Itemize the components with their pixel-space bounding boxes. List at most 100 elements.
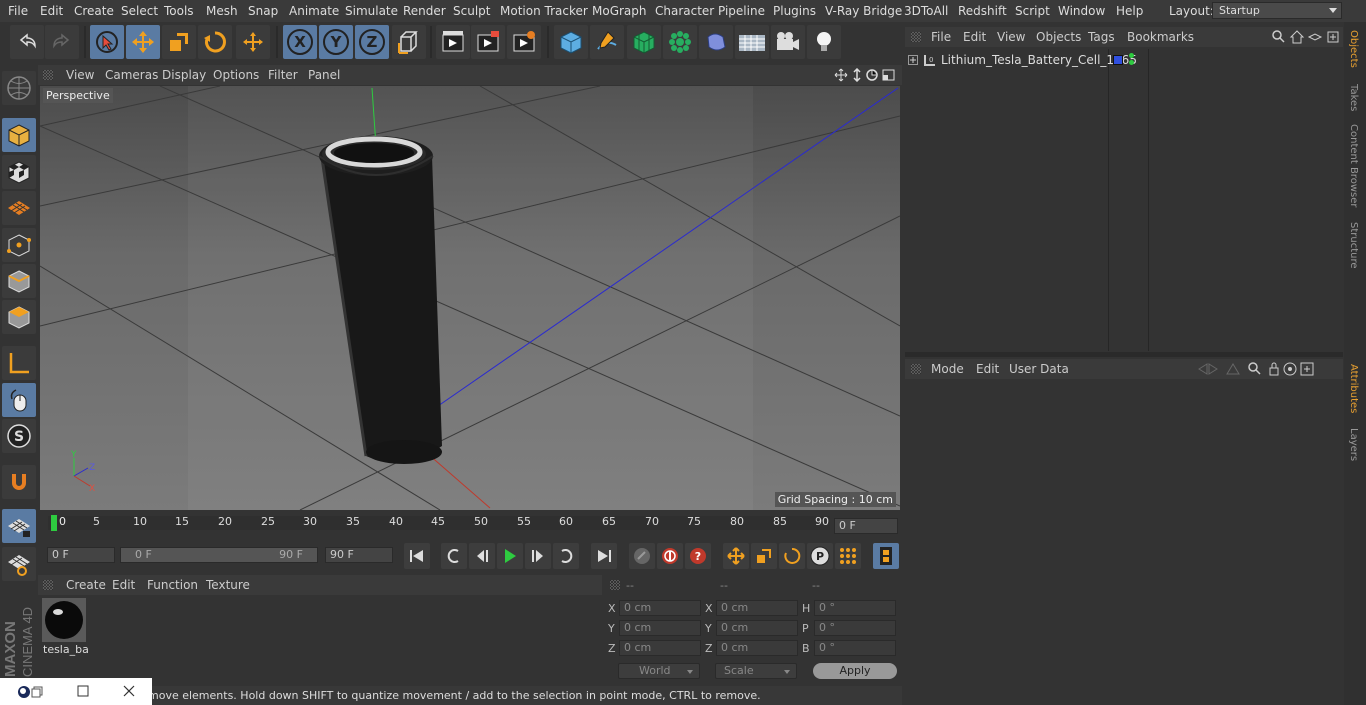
restore-icon[interactable]: [31, 686, 43, 698]
size-y-field[interactable]: 0 cm: [716, 620, 798, 636]
tab-objects[interactable]: Objects: [1348, 30, 1359, 68]
workplane-rotate-button[interactable]: [2, 547, 36, 581]
next-key-button[interactable]: [553, 543, 579, 569]
coordinate-system-select[interactable]: World: [618, 663, 700, 679]
object-menu-tags[interactable]: Tags: [1088, 30, 1115, 44]
menu-simulate[interactable]: Simulate: [345, 4, 398, 18]
viewport-nav-icons[interactable]: [834, 68, 898, 82]
axis-mode-button[interactable]: [2, 346, 36, 380]
menu-character[interactable]: Character: [655, 4, 714, 18]
record-keys-disabled-button[interactable]: [629, 543, 655, 569]
current-frame-field[interactable]: 0 F: [834, 518, 898, 534]
pos-z-field[interactable]: 0 cm: [619, 640, 701, 656]
close-icon[interactable]: [123, 685, 135, 697]
key-rotation-button[interactable]: [779, 543, 805, 569]
snap-button[interactable]: [2, 465, 36, 499]
expand-icon[interactable]: [908, 55, 918, 65]
model-mode-button[interactable]: [2, 118, 36, 152]
previous-frame-button[interactable]: [469, 543, 495, 569]
menu-snap[interactable]: Snap: [248, 4, 278, 18]
go-to-end-button[interactable]: [591, 543, 617, 569]
frame-range-slider[interactable]: 0 F 90 F: [120, 547, 318, 563]
transform-tool-button[interactable]: [236, 25, 270, 59]
menu-pipeline[interactable]: Pipeline: [718, 4, 765, 18]
move-tool-button[interactable]: [126, 25, 160, 59]
apply-button[interactable]: Apply: [813, 663, 897, 679]
key-parameter-button[interactable]: P: [807, 543, 833, 569]
menu-sculpt[interactable]: Sculpt: [453, 4, 490, 18]
material-menu-function[interactable]: Function: [147, 578, 198, 592]
next-frame-button[interactable]: [525, 543, 551, 569]
workplane-lock-button[interactable]: [2, 509, 36, 543]
tab-takes[interactable]: Takes: [1348, 84, 1359, 111]
menu-redshift[interactable]: Redshift: [958, 4, 1007, 18]
attributes-menu-user-data[interactable]: User Data: [1009, 362, 1069, 376]
menu-3dtoall[interactable]: 3DToAll: [904, 4, 948, 18]
perspective-viewport[interactable]: Y Z X Perspective Grid Spacing : 10 cm: [40, 86, 900, 510]
material-menu-texture[interactable]: Texture: [206, 578, 250, 592]
layer-color-swatch[interactable]: [1113, 55, 1123, 65]
pos-y-field[interactable]: 0 cm: [619, 620, 701, 636]
tweak-mode-button[interactable]: [2, 383, 36, 417]
object-menu-file[interactable]: File: [931, 30, 951, 44]
live-selection-button[interactable]: [90, 25, 124, 59]
make-editable-button[interactable]: [2, 71, 36, 105]
scale-tool-button[interactable]: [162, 25, 196, 59]
layout-select[interactable]: Startup: [1212, 2, 1342, 19]
menu-help[interactable]: Help: [1116, 4, 1143, 18]
panel-splitter[interactable]: [905, 352, 1343, 357]
menu-file[interactable]: File: [8, 4, 28, 18]
menu-mograph[interactable]: MoGraph: [592, 4, 647, 18]
material-menu-create[interactable]: Create: [66, 578, 106, 592]
size-x-field[interactable]: 0 cm: [716, 600, 798, 616]
menu-create[interactable]: Create: [74, 4, 114, 18]
object-menu-bookmarks[interactable]: Bookmarks: [1127, 30, 1194, 44]
key-scale-button[interactable]: [751, 543, 777, 569]
menu-vray-bridge[interactable]: V-Ray Bridge: [825, 4, 902, 18]
object-manager-tools[interactable]: [1271, 30, 1341, 44]
menu-script[interactable]: Script: [1015, 4, 1050, 18]
menu-render[interactable]: Render: [403, 4, 446, 18]
deformer-button[interactable]: [699, 25, 733, 59]
object-menu-objects[interactable]: Objects: [1036, 30, 1081, 44]
start-frame-field[interactable]: 0 F: [47, 547, 115, 563]
menu-motion-tracker[interactable]: Motion Tracker: [500, 4, 588, 18]
texture-mode-button[interactable]: [2, 155, 36, 189]
undo-button[interactable]: [10, 25, 44, 59]
object-name[interactable]: Lithium_Tesla_Battery_Cell_1865: [941, 53, 1137, 67]
menu-edit[interactable]: Edit: [40, 4, 63, 18]
tab-layers[interactable]: Layers: [1348, 428, 1359, 461]
menu-mesh[interactable]: Mesh: [206, 4, 238, 18]
end-frame-field[interactable]: 90 F: [325, 547, 393, 563]
object-menu-view[interactable]: View: [997, 30, 1025, 44]
tab-content-browser[interactable]: Content Browser: [1348, 124, 1359, 207]
menu-window[interactable]: Window: [1058, 4, 1105, 18]
timeline-button[interactable]: [873, 543, 899, 569]
previous-key-button[interactable]: [441, 543, 467, 569]
editor-visibility-dot[interactable]: [1129, 53, 1134, 58]
points-mode-button[interactable]: [2, 228, 36, 262]
floor-button[interactable]: [735, 25, 769, 59]
menu-tools[interactable]: Tools: [164, 4, 194, 18]
timeline-ruler[interactable]: 0 5 10 15 20 25 30 35 40 45 50 55 60 65 …: [38, 512, 902, 540]
maximize-icon[interactable]: [77, 685, 89, 697]
size-z-field[interactable]: 0 cm: [716, 640, 798, 656]
add-cube-button[interactable]: [554, 25, 588, 59]
key-position-button[interactable]: [723, 543, 749, 569]
pos-x-field[interactable]: 0 cm: [619, 600, 701, 616]
rot-b-field[interactable]: 0 °: [814, 640, 896, 656]
viewport-menu-cameras[interactable]: Cameras: [105, 68, 158, 82]
viewport-menu-panel[interactable]: Panel: [308, 68, 340, 82]
render-visibility-dot[interactable]: [1129, 60, 1134, 65]
workplane-mode-button[interactable]: [2, 191, 36, 225]
viewport-menu-display[interactable]: Display: [162, 68, 206, 82]
attributes-tools[interactable]: [1197, 362, 1341, 376]
size-mode-select[interactable]: Scale: [715, 663, 797, 679]
z-axis-button[interactable]: Z: [355, 25, 389, 59]
rot-p-field[interactable]: 0 °: [814, 620, 896, 636]
cloner-button[interactable]: [663, 25, 697, 59]
go-to-start-button[interactable]: [404, 543, 430, 569]
key-pla-button[interactable]: [835, 543, 861, 569]
render-picture-viewer-button[interactable]: [471, 25, 505, 59]
menu-select[interactable]: Select: [121, 4, 158, 18]
